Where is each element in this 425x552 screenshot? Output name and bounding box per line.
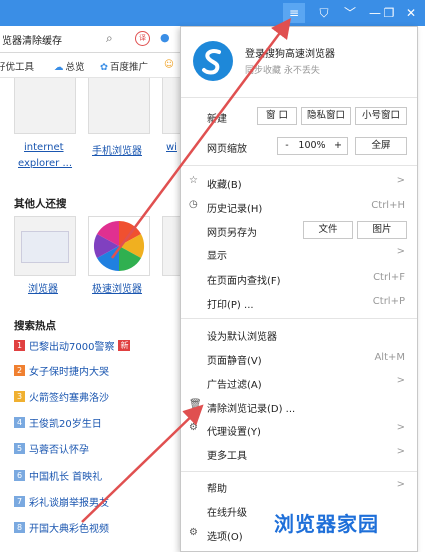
arrow-to-clear-history <box>81 404 204 523</box>
annotation-arrows <box>81 17 291 523</box>
site-watermark: 浏览器家园 <box>274 512 379 536</box>
arrow-to-menu-button <box>110 17 291 259</box>
